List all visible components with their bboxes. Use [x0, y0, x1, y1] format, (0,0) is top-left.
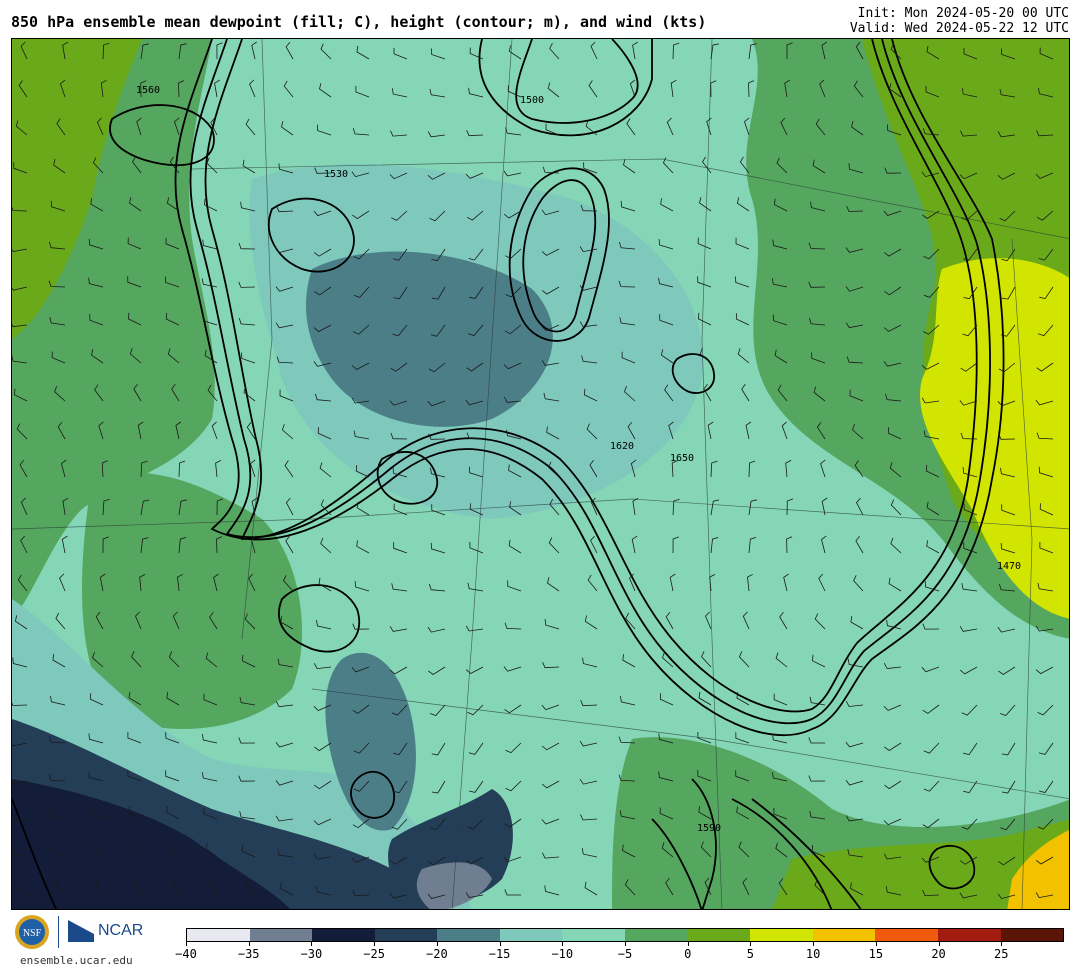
colorbar-swatch	[374, 929, 438, 941]
colorbar-tick-label: 10	[805, 947, 821, 961]
colorbar-tick	[625, 942, 626, 946]
colorbar-tick-label: −25	[363, 947, 385, 961]
colorbar-tick	[750, 942, 752, 946]
colorbar-swatch	[187, 929, 250, 941]
colorbar-tick	[1001, 942, 1003, 946]
colorbar-tick	[562, 942, 564, 946]
colorbar-tick	[311, 942, 313, 946]
colorbar-swatch	[750, 929, 813, 941]
valid-time: Valid: Wed 2024-05-22 12 UTC	[849, 21, 1069, 36]
colorbar-swatch	[1000, 929, 1064, 941]
colorbar-tick	[374, 942, 376, 946]
nsf-logo-text: NSF	[23, 928, 42, 939]
colorbar-swatch	[937, 929, 1001, 941]
contour-label: 1470	[997, 561, 1021, 572]
map-canvas: 1500 1530 1560 1590 1620 1650 1470	[12, 39, 1069, 909]
colorbar-tick-label: −5	[617, 947, 633, 961]
contour-label: 1590	[697, 823, 721, 834]
logos: NSF NCAR ensemble.ucar.edu	[14, 914, 164, 970]
ncar-logo-icon	[68, 920, 94, 942]
colorbar-tick-label: −10	[551, 947, 574, 961]
nsf-logo-icon: NSF	[15, 915, 49, 949]
colorbar	[186, 928, 1064, 942]
colorbar-tick-label: −35	[237, 947, 260, 961]
colorbar-swatch	[812, 929, 876, 941]
site-url: ensemble.ucar.edu	[20, 954, 133, 967]
colorbar-tick	[813, 942, 815, 946]
colorbar-tick-label: 15	[868, 947, 884, 961]
colorbar-tick	[687, 942, 689, 946]
colorbar-swatch	[875, 929, 938, 941]
colorbar-tick	[248, 942, 250, 946]
colorbar-swatch	[499, 929, 563, 941]
chart-title: 850 hPa ensemble mean dewpoint (fill; C)…	[11, 13, 707, 31]
colorbar-tick-label: −20	[426, 947, 448, 961]
colorbar-tick	[875, 942, 877, 946]
colorbar-tick-label: −30	[300, 947, 323, 961]
colorbar-swatch	[687, 929, 751, 941]
colorbar-swatch	[625, 929, 688, 941]
colorbar-tick-label: 0	[684, 947, 692, 961]
logo-separator	[58, 916, 59, 948]
colorbar-tick	[186, 942, 187, 946]
colorbar-tick	[499, 942, 501, 946]
init-time: Init: Mon 2024-05-20 00 UTC	[857, 6, 1069, 21]
colorbar-tick-label: 25	[994, 947, 1009, 961]
colorbar-tick-label: 5	[746, 947, 755, 961]
colorbar-tick	[938, 942, 940, 946]
contour-label: 1620	[610, 441, 634, 452]
colorbar-swatch	[562, 929, 626, 941]
ncar-logo-text: NCAR	[98, 922, 144, 939]
colorbar-swatch	[437, 929, 500, 941]
colorbar-ticks: −40 −35 −30 −25 −20 −15 −10 −5 0 5 10 15 20 25	[175, 942, 1064, 962]
colorbar-tick	[436, 942, 438, 946]
contour-label: 1560	[136, 85, 160, 96]
colorbar-swatch	[312, 929, 375, 941]
contour-label: 1500	[520, 95, 544, 106]
colorbar-tick-label: 20	[931, 947, 946, 961]
colorbar-tick-label: −15	[488, 947, 511, 961]
contour-label: 1530	[324, 169, 348, 180]
time-info: Init: Mon 2024-05-20 00 UTC Valid: Wed 2…	[850, 6, 1069, 36]
weather-map[interactable]: 1500 1530 1560 1590 1620 1650 1470	[11, 38, 1070, 910]
colorbar-swatch	[249, 929, 313, 941]
colorbar-tick-label: −40	[175, 947, 197, 961]
